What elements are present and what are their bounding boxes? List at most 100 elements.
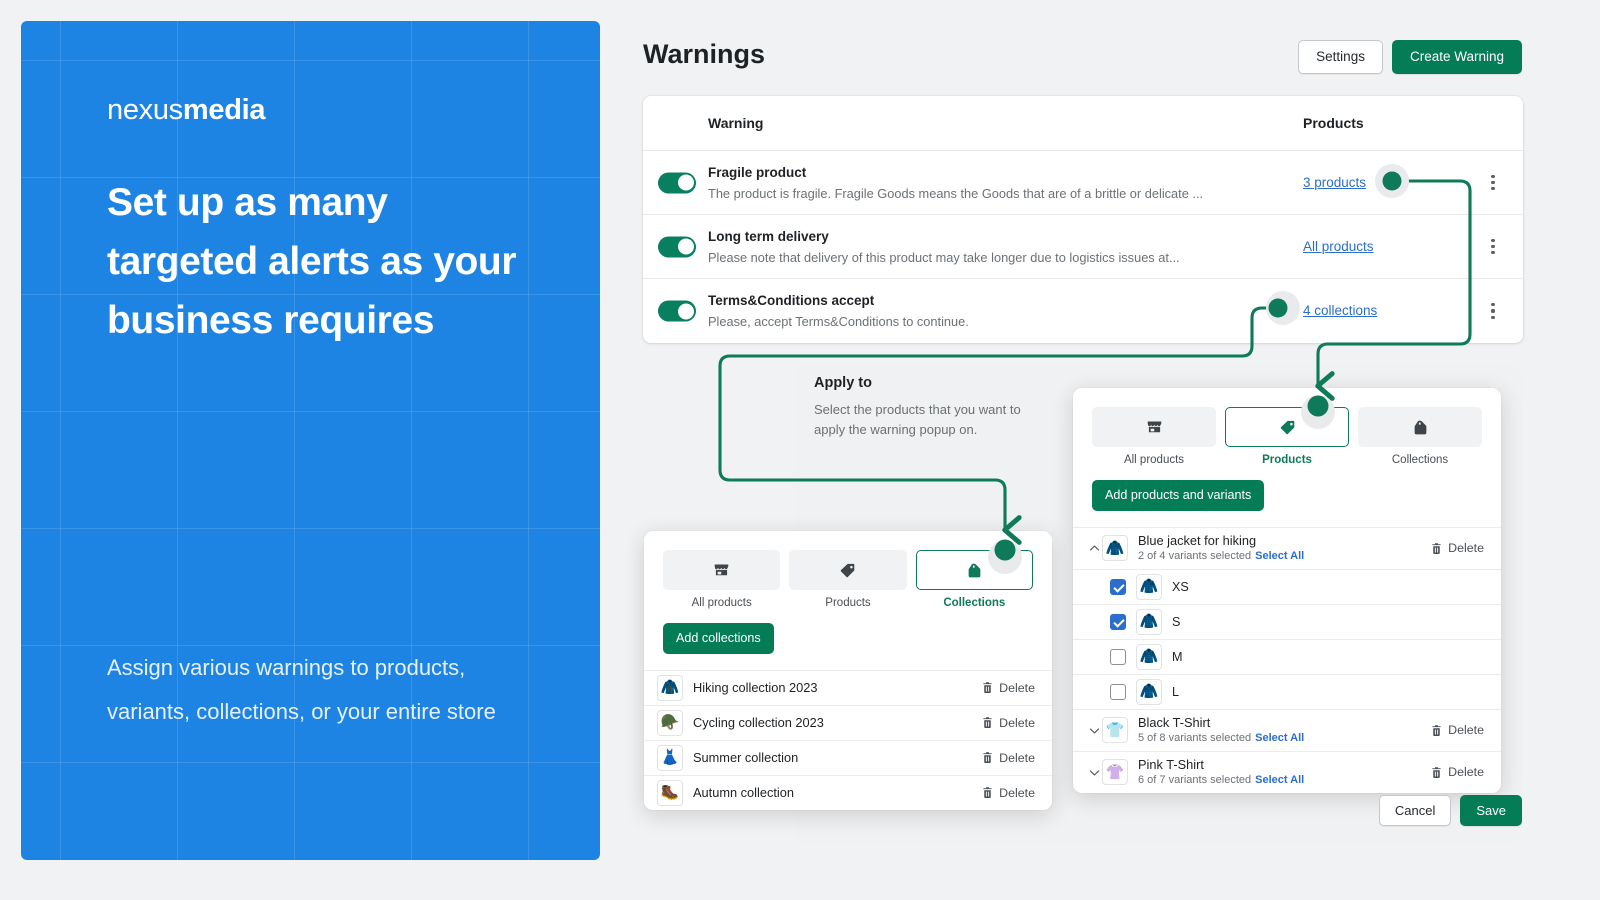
chevron-down-icon[interactable] bbox=[1086, 725, 1102, 736]
variant-checkbox[interactable] bbox=[1110, 613, 1126, 630]
warning-name: Terms&Conditions accept bbox=[708, 293, 875, 308]
select-all-link[interactable]: Select All bbox=[1255, 774, 1304, 786]
chevron-down-icon[interactable] bbox=[1086, 767, 1102, 778]
row-menu-icon[interactable] bbox=[1485, 174, 1501, 192]
bag-icon bbox=[1412, 419, 1429, 436]
tab-products[interactable]: Products bbox=[1225, 407, 1349, 466]
tab-all-products-label: All products bbox=[1123, 454, 1185, 466]
warnings-card: Warning Products Fragile product The pro… bbox=[643, 96, 1523, 343]
variant-label: L bbox=[1172, 684, 1180, 699]
variant-thumbnail: 🧥 bbox=[1136, 573, 1162, 600]
logo-text-bold: media bbox=[182, 94, 266, 126]
collection-name: Cycling collection 2023 bbox=[693, 714, 824, 730]
variant-label: XS bbox=[1172, 579, 1189, 594]
trash-icon bbox=[983, 717, 992, 729]
chevron-up-icon[interactable] bbox=[1086, 543, 1102, 554]
list-item: 🪖 Cycling collection 2023 Delete bbox=[644, 704, 1052, 740]
select-all-link[interactable]: Select All bbox=[1255, 550, 1304, 562]
warning-description: Please note that delivery of this produc… bbox=[708, 249, 1180, 265]
variant-checkbox[interactable] bbox=[1110, 683, 1126, 700]
product-info: Blue jacket for hiking 2 of 4 variants s… bbox=[1138, 528, 1430, 569]
add-collections-button[interactable]: Add collections bbox=[663, 623, 774, 654]
tab-all-products-box bbox=[663, 550, 781, 590]
header-actions: Settings Create Warning bbox=[1298, 40, 1522, 74]
tab-products[interactable]: Products bbox=[789, 550, 907, 609]
product-meta: 2 of 4 variants selected Select All bbox=[1138, 549, 1430, 564]
collection-thumbnail: 👗 bbox=[657, 744, 683, 771]
table-row: Long term delivery Please note that deli… bbox=[643, 215, 1523, 279]
list-item: 👚 Pink T-Shirt 6 of 7 variants selected S… bbox=[1073, 750, 1501, 793]
collection-thumbnail: 🪖 bbox=[657, 709, 683, 736]
select-all-link[interactable]: Select All bbox=[1255, 732, 1304, 744]
tab-collections-box bbox=[915, 550, 1033, 590]
trash-icon bbox=[983, 752, 992, 764]
create-warning-button[interactable]: Create Warning bbox=[1391, 40, 1522, 74]
product-meta: 5 of 8 variants selected Select All bbox=[1138, 731, 1430, 746]
apply-to-title: Apply to bbox=[814, 375, 872, 391]
variants-selected-text: 5 of 8 variants selected bbox=[1138, 731, 1252, 744]
promo-grid-overlay bbox=[21, 21, 600, 860]
delete-button[interactable]: Delete bbox=[1430, 541, 1484, 555]
tab-collections[interactable]: Collections bbox=[1358, 407, 1482, 466]
products-link[interactable]: All products bbox=[1303, 239, 1374, 254]
warning-toggle[interactable] bbox=[658, 300, 696, 322]
delete-button[interactable]: Delete bbox=[981, 681, 1035, 695]
delete-button[interactable]: Delete bbox=[981, 786, 1035, 800]
row-menu-icon[interactable] bbox=[1485, 238, 1501, 256]
collections-tab-row: All products Products Collections bbox=[644, 531, 1052, 609]
trash-icon bbox=[1432, 724, 1441, 736]
tab-products-label: Products bbox=[825, 597, 871, 609]
delete-label: Delete bbox=[999, 715, 1035, 730]
column-header-products: Products bbox=[1303, 115, 1364, 131]
delete-label: Delete bbox=[1448, 723, 1484, 738]
products-tab-row: All products Products Collections bbox=[1073, 388, 1501, 466]
warning-toggle[interactable] bbox=[658, 236, 696, 257]
delete-label: Delete bbox=[1448, 765, 1484, 780]
product-thumbnail: 👚 bbox=[1102, 759, 1128, 786]
warning-toggle[interactable] bbox=[658, 172, 696, 193]
row-menu-icon[interactable] bbox=[1485, 302, 1501, 320]
table-row: Fragile product The product is fragile. … bbox=[643, 151, 1523, 215]
list-item: 🧥 Blue jacket for hiking 2 of 4 variants… bbox=[1073, 526, 1501, 569]
collection-thumbnail: 🥾 bbox=[657, 779, 683, 806]
variant-checkbox[interactable] bbox=[1110, 578, 1126, 595]
tab-collections-box bbox=[1358, 407, 1482, 447]
product-name: Black T-Shirt bbox=[1138, 714, 1211, 730]
variants-selected-text: 2 of 4 variants selected bbox=[1138, 549, 1252, 562]
delete-button[interactable]: Delete bbox=[981, 716, 1035, 730]
storefront-icon bbox=[1146, 419, 1163, 436]
collection-info: Cycling collection 2023 bbox=[693, 710, 981, 736]
delete-button[interactable]: Delete bbox=[981, 751, 1035, 765]
app-root: nexusmedia Set up as many targeted alert… bbox=[0, 0, 1600, 900]
collection-thumbnail: 🧥 bbox=[657, 674, 683, 701]
warning-name: Fragile product bbox=[708, 164, 807, 180]
collections-modal: All products Products Collections Add co… bbox=[644, 531, 1052, 810]
tab-collections-label: Collections bbox=[943, 597, 1006, 609]
column-header-warning: Warning bbox=[708, 115, 764, 131]
products-link[interactable]: 3 products bbox=[1303, 175, 1366, 190]
delete-button[interactable]: Delete bbox=[1430, 765, 1484, 779]
cancel-button[interactable]: Cancel bbox=[1378, 795, 1452, 826]
tag-icon bbox=[839, 562, 856, 579]
tab-all-products[interactable]: All products bbox=[663, 550, 781, 609]
list-item: 🧥 S bbox=[1073, 603, 1501, 639]
page-title: Warnings bbox=[643, 39, 766, 69]
trash-icon bbox=[983, 787, 992, 799]
products-link[interactable]: 4 collections bbox=[1303, 303, 1377, 318]
product-name: Blue jacket for hiking bbox=[1138, 532, 1257, 548]
variant-checkbox[interactable] bbox=[1110, 648, 1126, 665]
delete-label: Delete bbox=[999, 785, 1035, 800]
tab-collections[interactable]: Collections bbox=[915, 550, 1033, 609]
warning-description: Please, accept Terms&Conditions to conti… bbox=[708, 314, 969, 329]
product-info: Black T-Shirt 5 of 8 variants selected Se… bbox=[1138, 710, 1430, 751]
tab-all-products[interactable]: All products bbox=[1092, 407, 1216, 466]
delete-button[interactable]: Delete bbox=[1430, 723, 1484, 737]
variant-thumbnail: 🧥 bbox=[1136, 643, 1162, 670]
warning-info: Terms&Conditions accept Please, accept T… bbox=[643, 281, 1303, 341]
trash-icon bbox=[983, 682, 992, 694]
save-button[interactable]: Save bbox=[1460, 795, 1522, 826]
promo-headline: Set up as many targeted alerts as your b… bbox=[107, 181, 517, 342]
add-products-and-variants-button[interactable]: Add products and variants bbox=[1092, 480, 1265, 511]
table-row: Terms&Conditions accept Please, accept T… bbox=[643, 279, 1523, 343]
settings-button[interactable]: Settings bbox=[1298, 40, 1383, 74]
